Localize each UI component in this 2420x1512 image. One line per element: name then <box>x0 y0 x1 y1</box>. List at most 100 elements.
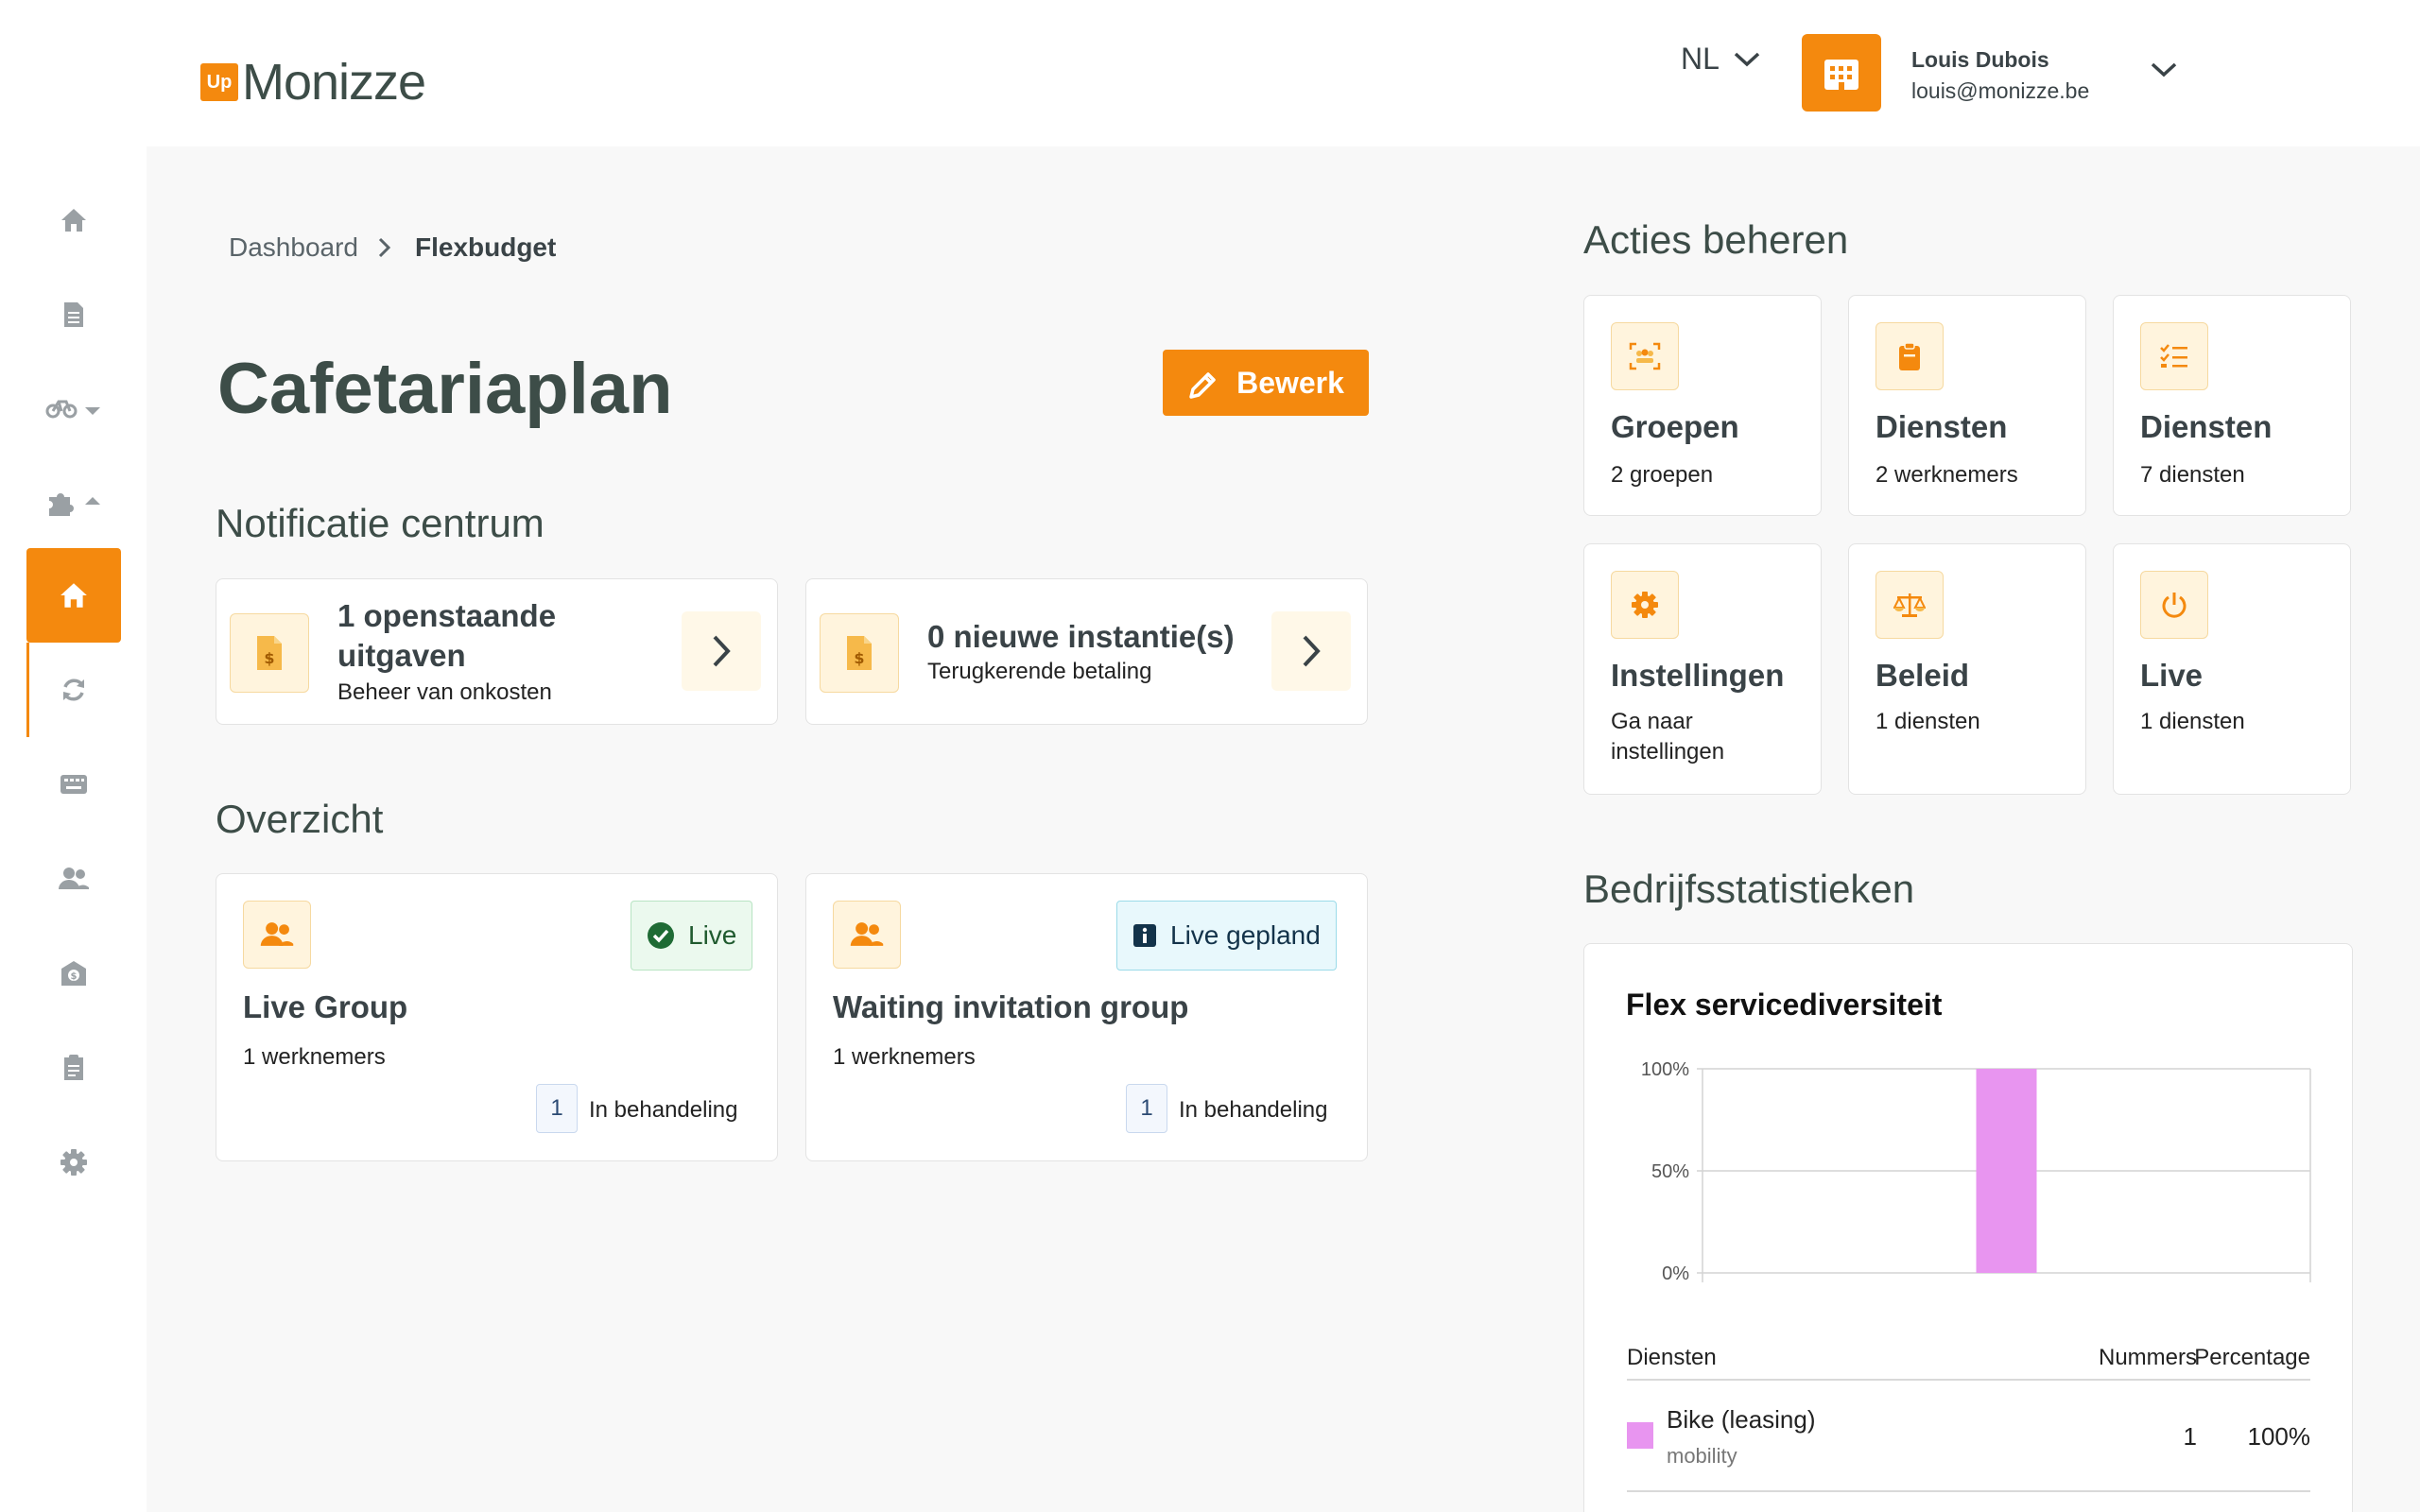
invoice-icon: $ <box>820 613 899 693</box>
home-icon <box>60 583 87 608</box>
notification-title-line2: uitgaven <box>337 638 466 673</box>
service-percentage: 100% <box>2247 1422 2311 1451</box>
table-divider <box>1627 1379 2310 1381</box>
sidebar-item-plugins[interactable] <box>26 456 121 551</box>
action-subtitle: Ga naar instellingen <box>1611 709 1725 765</box>
action-subtitle: 1 diensten <box>1876 709 1980 734</box>
legend-swatch <box>1627 1422 1653 1449</box>
flex-service-diversity-chart: 0% 50% 100% <box>1641 1059 2311 1284</box>
sidebar-item-cafetaria[interactable] <box>26 548 121 643</box>
action-title: Groepen <box>1611 409 1739 444</box>
svg-text:$: $ <box>71 971 78 982</box>
bike-icon <box>45 400 100 419</box>
sidebar-item-settings[interactable] <box>26 1115 121 1210</box>
sidebar-item-documents[interactable] <box>26 267 121 362</box>
balance-scale-icon <box>1876 571 1944 639</box>
document-icon <box>64 302 83 327</box>
action-card-services-employees[interactable]: Diensten 2 werknemers <box>1848 295 2086 516</box>
breadcrumb-dashboard[interactable]: Dashboard <box>229 232 358 263</box>
chevron-right-icon[interactable] <box>1271 611 1351 691</box>
user-info[interactable]: Louis Dubois louis@monizze.be <box>1911 47 2089 104</box>
home-icon <box>61 209 86 232</box>
y-tick-label: 50% <box>1651 1161 1689 1182</box>
action-card-live[interactable]: Live 1 diensten <box>2113 543 2351 795</box>
status-badge-planned: Live gepland <box>1116 901 1337 971</box>
puzzle-icon <box>49 493 100 516</box>
breadcrumb: Dashboard Flexbudget <box>229 232 556 263</box>
action-subtitle: 7 diensten <box>2140 462 2245 488</box>
action-title: Instellingen <box>1611 658 1785 693</box>
notification-card-expenses[interactable]: $ 1 openstaande uitgaven Beheer van onko… <box>216 578 778 725</box>
bar-bike-leasing <box>1976 1069 2037 1273</box>
group-card-waiting[interactable]: Live gepland Waiting invitation group 1 … <box>805 873 1368 1161</box>
action-title: Diensten <box>1876 409 2008 444</box>
group-card-live[interactable]: Live Live Group 1 werknemers 1 In behand… <box>216 873 778 1161</box>
chevron-right-icon[interactable] <box>682 611 761 691</box>
status-label: Live gepland <box>1170 920 1321 950</box>
chevron-down-icon[interactable] <box>2150 60 2178 79</box>
check-circle-icon <box>648 922 674 949</box>
notification-center-title: Notificatie centrum <box>216 501 544 545</box>
breadcrumb-flexbudget: Flexbudget <box>414 232 557 262</box>
company-stats-title: Bedrijfsstatistieken <box>1583 867 1915 911</box>
language-label: NL <box>1681 42 1720 76</box>
sidebar-item-reports[interactable] <box>26 1021 121 1115</box>
action-card-groups[interactable]: Groepen 2 groepen <box>1583 295 1822 516</box>
page-title: Cafetariaplan <box>217 349 673 429</box>
action-card-services[interactable]: Diensten 7 diensten <box>2113 295 2351 516</box>
chevron-right-icon <box>378 237 391 258</box>
group-name: Live Group <box>243 989 408 1024</box>
edit-button[interactable]: Bewerk <box>1163 350 1369 416</box>
power-icon <box>2140 571 2208 639</box>
action-subtitle: 2 werknemers <box>1876 462 2018 488</box>
user-name: Louis Dubois <box>1911 47 2049 72</box>
service-name: Bike (leasing) <box>1667 1405 1816 1434</box>
users-icon <box>243 901 311 969</box>
chevron-down-icon <box>1734 52 1760 66</box>
language-selector[interactable]: NL <box>1681 42 1761 77</box>
svg-text:$: $ <box>854 649 864 667</box>
refresh-icon <box>63 679 84 701</box>
keyboard-icon <box>60 775 87 794</box>
group-employees: 1 werknemers <box>833 1044 976 1070</box>
pending-label: In behandeling <box>589 1097 738 1123</box>
chart-title: Flex servicediversiteit <box>1626 988 1943 1022</box>
action-subtitle: 1 diensten <box>2140 709 2245 734</box>
pending-label: In behandeling <box>1179 1097 1328 1123</box>
sidebar-item-mobility[interactable] <box>26 362 121 456</box>
pencil-icon <box>1189 372 1216 399</box>
notification-subtitle: Terugkerende betaling <box>927 659 1152 684</box>
status-label: Live <box>688 920 737 950</box>
sidebar: $ <box>0 146 147 1512</box>
monizze-logo[interactable]: Up Monizze <box>200 53 426 112</box>
sidebar-item-terminal[interactable] <box>26 737 121 832</box>
svg-text:$: $ <box>264 649 274 667</box>
building-icon[interactable] <box>1802 34 1881 112</box>
action-card-policy[interactable]: Beleid 1 diensten <box>1848 543 2086 795</box>
envelope-money-icon: $ <box>61 961 86 986</box>
notification-card-recurring[interactable]: $ 0 nieuwe instantie(s) Terugkerende bet… <box>805 578 1368 725</box>
action-card-settings[interactable]: Instellingen Ga naar instellingen <box>1583 543 1822 795</box>
logo-badge: Up <box>200 63 238 101</box>
user-email: louis@monizze.be <box>1911 78 2090 103</box>
notification-title: 1 openstaande <box>337 598 557 633</box>
sidebar-item-home[interactable] <box>26 173 121 267</box>
action-title: Live <box>2140 658 2204 693</box>
sidebar-item-recurring[interactable] <box>26 643 121 737</box>
report-icon <box>64 1055 83 1080</box>
overview-title: Overzicht <box>216 797 384 841</box>
notification-title: 0 nieuwe instantie(s) <box>927 619 1235 654</box>
clipboard-icon <box>1876 322 1944 390</box>
group-name: Waiting invitation group <box>833 989 1189 1024</box>
logo-text: Monizze <box>242 54 426 111</box>
sidebar-item-users[interactable] <box>26 832 121 926</box>
service-category: mobility <box>1667 1444 1737 1468</box>
gear-icon <box>60 1149 87 1176</box>
pending-count: 1 <box>536 1084 578 1133</box>
sidebar-item-payments[interactable]: $ <box>26 926 121 1021</box>
pending-count: 1 <box>1126 1084 1167 1133</box>
y-tick-label: 100% <box>1641 1059 1689 1080</box>
action-title: Beleid <box>1876 658 1970 693</box>
actions-title: Acties beheren <box>1583 217 1849 262</box>
flex-service-diversity-card: Flex servicediversiteit 0% 50% 100% Dienst… <box>1583 943 2353 1512</box>
